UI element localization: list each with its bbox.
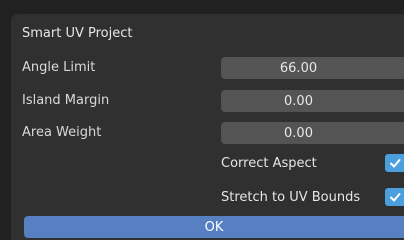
stretch-to-uv-bounds-row[interactable]: Stretch to UV Bounds: [221, 186, 360, 208]
area-weight-label: Area Weight: [22, 125, 102, 140]
island-margin-label: Island Margin: [22, 93, 110, 108]
smart-uv-project-dialog: Smart UV Project Angle Limit 66.00 Islan…: [11, 14, 404, 240]
area-weight-field[interactable]: 0.00: [221, 122, 404, 144]
area-weight-value: 0.00: [284, 125, 313, 141]
correct-aspect-checkbox[interactable]: [385, 154, 404, 172]
checkmark-icon: [389, 193, 400, 202]
stretch-to-uv-bounds-label: Stretch to UV Bounds: [221, 189, 361, 205]
ok-button-label: OK: [204, 219, 224, 235]
dialog-title: Smart UV Project: [22, 26, 133, 41]
island-margin-field[interactable]: 0.00: [221, 90, 404, 112]
stretch-to-uv-bounds-checkbox[interactable]: [385, 188, 404, 206]
island-margin-value: 0.00: [284, 93, 313, 109]
angle-limit-label: Angle Limit: [22, 60, 96, 75]
correct-aspect-row[interactable]: Correct Aspect: [221, 152, 317, 174]
ok-button[interactable]: OK: [24, 216, 404, 238]
angle-limit-value: 66.00: [279, 60, 318, 76]
correct-aspect-label: Correct Aspect: [221, 155, 317, 171]
checkmark-icon: [389, 159, 400, 168]
angle-limit-field[interactable]: 66.00: [221, 57, 404, 79]
